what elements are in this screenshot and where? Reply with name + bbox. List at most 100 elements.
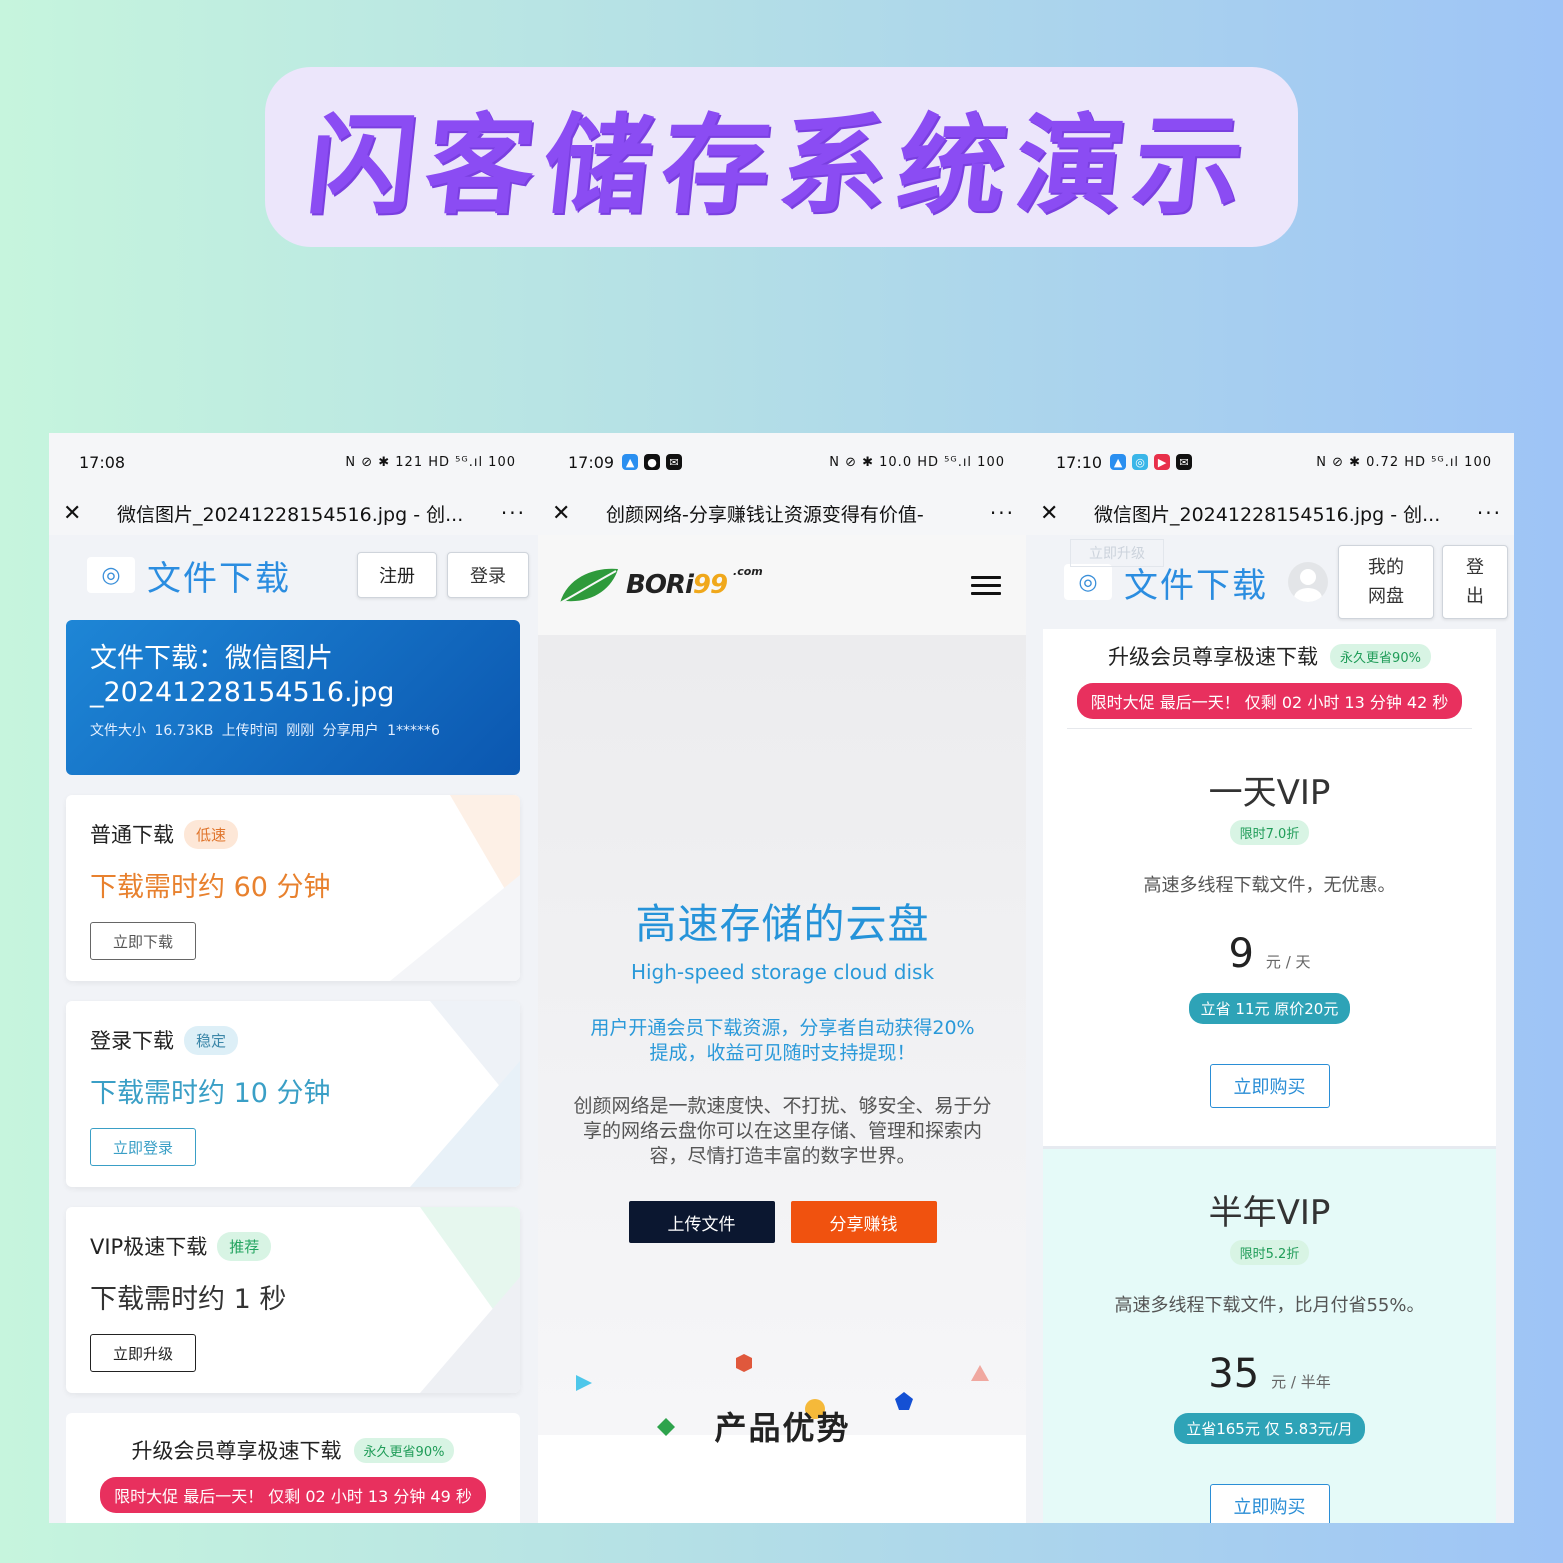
option-tag: 低速 xyxy=(184,819,239,849)
hero-section: 高速存储的云盘 High-speed storage cloud disk 用户… xyxy=(538,635,1027,1436)
menu-icon[interactable] xyxy=(971,575,1001,595)
hero-subtitle: High-speed storage cloud disk xyxy=(630,960,935,984)
app-icon: ◎ xyxy=(1132,454,1149,470)
close-icon[interactable]: ✕ xyxy=(63,501,97,526)
brand-number: 99 xyxy=(692,570,728,600)
my-disk-button[interactable]: 我的 网盘 xyxy=(1338,545,1434,619)
browser-titlebar: ✕ 创颜网络-分享赚钱让资源变得有价值- ··· xyxy=(538,491,1027,535)
page-title: 微信图片_20241228154516.jpg - 创... xyxy=(117,503,464,526)
notification-icon: ▲ xyxy=(622,454,639,470)
status-bar: 17:09 ▲ ● ✉ N ⊘ ✱ 10.0 HD ⁵ᴳ.ıl 100 xyxy=(538,433,1027,491)
upgrade-ghost-button: 立即升级 xyxy=(1070,539,1164,567)
close-icon[interactable]: ✕ xyxy=(552,501,586,526)
download-option-login: 登录下载 稳定 下载需时约 10 分钟 立即登录 xyxy=(66,1001,520,1187)
login-button[interactable]: 登录 xyxy=(447,552,529,598)
triangle-shape xyxy=(576,1375,592,1391)
logout-button[interactable]: 登 出 xyxy=(1442,545,1508,619)
plan-unit: 元 / 天 xyxy=(1265,953,1311,971)
status-time: 17:10 xyxy=(1056,452,1103,472)
plan-description: 高速多线程下载文件，无优惠。 xyxy=(1143,875,1396,896)
option-title: 登录下载 xyxy=(90,1029,174,1053)
hexagon-shape xyxy=(736,1354,752,1372)
file-info-card: 文件下载：微信图片_20241228154516.jpg 文件大小 16.73K… xyxy=(66,620,520,775)
site-header: ◎ 文件下载 注册 登录 xyxy=(49,535,538,615)
message-icon: ✉ xyxy=(1176,454,1193,470)
pricing-panel: 升级会员尊享极速下载 永久更省90% 限时大促 最后一天！ 仅剩 02 小时 1… xyxy=(1043,629,1496,1523)
option-tag: 推荐 xyxy=(217,1231,272,1261)
upgrade-now-button[interactable]: 立即升级 xyxy=(90,1334,196,1372)
status-icons: N ⊘ ✱ 0.72 HD ⁵ᴳ.ıl 100 xyxy=(1316,454,1492,470)
plan-savings: 立省 11元 原价20元 xyxy=(1188,993,1351,1024)
buy-button[interactable]: 立即购买 xyxy=(1209,1064,1330,1108)
option-title: VIP极速下载 xyxy=(90,1235,208,1259)
logout-label: 登 xyxy=(1466,557,1484,578)
section-title: 产品优势 xyxy=(714,1409,851,1447)
plan-description: 高速多线程下载文件，比月付省55%。 xyxy=(1114,1295,1425,1316)
page-title: 创颜网络-分享赚钱让资源变得有价值- xyxy=(606,503,924,526)
brand-logo[interactable]: BORi99 .com xyxy=(558,565,763,605)
status-time: 17:08 xyxy=(79,452,126,472)
my-disk-label: 网盘 xyxy=(1368,586,1404,607)
buy-button[interactable]: 立即购买 xyxy=(1209,1484,1330,1523)
option-title: 普通下载 xyxy=(90,823,174,847)
close-icon[interactable]: ✕ xyxy=(1040,501,1074,526)
status-icons: N ⊘ ✱ 121 HD ⁵ᴳ.ıl 100 xyxy=(345,454,516,470)
hero-description: 创颜网络是一款速度快、不打扰、够安全、易于分享的网络云盘你可以在这里存储、管理和… xyxy=(573,1095,992,1167)
phone-screenshot-1: 17:08 N ⊘ ✱ 121 HD ⁵ᴳ.ıl 100 ✕ 微信图片_2024… xyxy=(49,433,538,1523)
register-button[interactable]: 注册 xyxy=(357,552,437,598)
banner-title: 闪客储存系统演示 xyxy=(301,104,1260,229)
promo-title: 升级会员尊享极速下载 xyxy=(131,1439,342,1463)
hero-title: 高速存储的云盘 xyxy=(635,900,930,948)
status-icons: N ⊘ ✱ 10.0 HD ⁵ᴳ.ıl 100 xyxy=(829,454,1005,470)
hero-highlight: 用户开通会员下载资源，分享者自动获得20%提成，收益可见随时支持提现！ xyxy=(590,1017,975,1064)
promo-countdown: 限时大促 最后一天！ 仅剩 02 小时 13 分钟 42 秒 xyxy=(1076,683,1463,719)
plan-savings: 立省165元 仅 5.83元/月 xyxy=(1174,1413,1365,1444)
more-icon[interactable]: ··· xyxy=(1462,501,1502,525)
option-time: 下载需时约 10 分钟 xyxy=(90,1078,331,1109)
promo-title: 升级会员尊享极速下载 xyxy=(1108,645,1319,669)
site-header: BORi99 .com xyxy=(538,535,1027,635)
login-now-button[interactable]: 立即登录 xyxy=(90,1128,196,1166)
browser-titlebar: ✕ 微信图片_20241228154516.jpg - 创... ··· xyxy=(1026,491,1514,535)
plan-discount-tag: 限时5.2折 xyxy=(1229,1240,1310,1265)
share-earn-button[interactable]: 分享赚钱 xyxy=(790,1201,937,1243)
wechat-icon: ● xyxy=(644,454,661,470)
promo-card: 升级会员尊享极速下载 永久更省90% 限时大促 最后一天！ 仅剩 02 小时 1… xyxy=(1067,629,1472,729)
option-tag: 稳定 xyxy=(184,1025,239,1055)
plan-name: 一天VIP xyxy=(1208,773,1331,813)
message-icon: ✉ xyxy=(666,454,683,470)
upload-button[interactable]: 上传文件 xyxy=(628,1201,775,1243)
site-header: 立即升级 ◎ 文件下载 我的 网盘 登 出 xyxy=(1026,535,1514,629)
logout-label: 出 xyxy=(1466,586,1484,607)
plan-name: 半年VIP xyxy=(1208,1193,1331,1233)
my-disk-label: 我的 xyxy=(1368,557,1404,578)
plan-half-year: 半年VIP 限时5.2折 高速多线程下载文件，比月付省55%。 35 元 / 半… xyxy=(1043,1146,1496,1523)
brand-name: BORi xyxy=(626,570,694,600)
status-bar: 17:10 ▲ ◎ ▶ ✉ N ⊘ ✱ 0.72 HD ⁵ᴳ.ıl 100 xyxy=(1026,433,1514,491)
file-meta: 文件大小 16.73KB 上传时间 刚刚 分享用户 1*****6 xyxy=(90,723,440,739)
page-body: ◎ 文件下载 注册 登录 文件下载：微信图片_20241228154516.jp… xyxy=(49,535,538,1523)
triangle-shape xyxy=(971,1365,989,1381)
promo-tag: 永久更省90% xyxy=(1330,643,1431,669)
more-icon[interactable]: ··· xyxy=(975,501,1015,525)
plan-discount-tag: 限时7.0折 xyxy=(1229,820,1310,845)
avatar[interactable] xyxy=(1288,562,1328,602)
title-banner: 闪客储存系统演示 xyxy=(265,67,1298,247)
download-option-vip: VIP极速下载 推荐 下载需时约 1 秒 立即升级 xyxy=(66,1207,520,1393)
plan-unit: 元 / 半年 xyxy=(1271,1373,1331,1391)
status-time: 17:09 xyxy=(568,452,615,472)
download-option-normal: 普通下载 低速 下载需时约 60 分钟 立即下载 xyxy=(66,795,520,981)
option-time: 下载需时约 1 秒 xyxy=(90,1284,287,1315)
download-now-button[interactable]: 立即下载 xyxy=(90,922,196,960)
phone-screenshot-3: 17:10 ▲ ◎ ▶ ✉ N ⊘ ✱ 0.72 HD ⁵ᴳ.ıl 100 ✕ … xyxy=(1026,433,1514,1523)
phone-screenshot-2: 17:09 ▲ ● ✉ N ⊘ ✱ 10.0 HD ⁵ᴳ.ıl 100 ✕ 创颜… xyxy=(538,433,1027,1523)
promo-tag: 永久更省90% xyxy=(353,1437,455,1463)
logo-icon[interactable]: ◎ xyxy=(87,557,135,593)
logo-icon[interactable]: ◎ xyxy=(1064,564,1112,600)
status-bar: 17:08 N ⊘ ✱ 121 HD ⁵ᴳ.ıl 100 xyxy=(49,433,538,491)
more-icon[interactable]: ··· xyxy=(486,501,526,525)
option-time: 下载需时约 60 分钟 xyxy=(90,872,331,903)
file-name: 文件下载：微信图片_20241228154516.jpg xyxy=(90,643,395,708)
site-title[interactable]: 文件下载 xyxy=(147,551,291,600)
plan-day: 一天VIP 限时7.0折 高速多线程下载文件，无优惠。 9 元 / 天 立省 1… xyxy=(1043,729,1496,1108)
